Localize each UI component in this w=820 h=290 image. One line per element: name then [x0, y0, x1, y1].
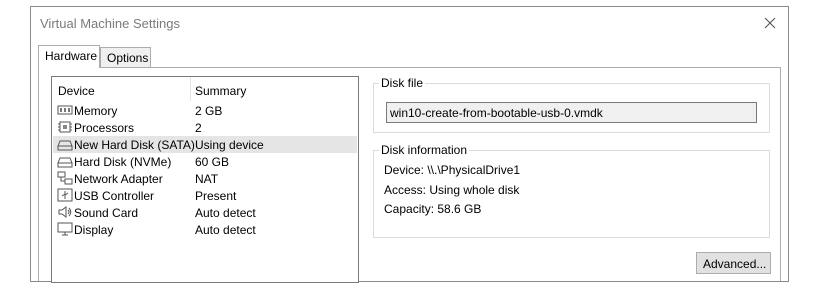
usb-icon — [57, 188, 73, 202]
speaker-icon — [57, 205, 73, 219]
device-name: Processors — [74, 121, 135, 135]
monitor-icon — [57, 222, 73, 236]
tab-options[interactable]: Options — [100, 47, 151, 67]
disk-file-group: Disk file — [373, 76, 770, 133]
column-divider[interactable] — [190, 77, 191, 101]
device-name: Network Adapter — [74, 172, 163, 186]
device-row-new-hard-disk-sata[interactable]: New Hard Disk (SATA) Using device — [53, 136, 357, 153]
disk-information-group: Disk information Device: \\.\PhysicalDri… — [373, 143, 770, 238]
device-summary: 2 GB — [195, 104, 223, 118]
device-row-network-adapter[interactable]: Network Adapter NAT — [53, 170, 357, 187]
device-row-processors[interactable]: Processors 2 — [53, 119, 357, 136]
device-row-display[interactable]: Display Auto detect — [53, 221, 357, 238]
disk-access-text: Access: Using whole disk — [384, 183, 520, 197]
disk-information-label: Disk information — [379, 143, 470, 157]
device-summary: 2 — [195, 121, 202, 135]
disk-file-field[interactable] — [386, 102, 757, 123]
disk-device-text: Device: \\.\PhysicalDrive1 — [384, 163, 521, 177]
close-icon — [764, 17, 776, 29]
device-row-usb-controller[interactable]: USB Controller Present — [53, 187, 357, 204]
device-summary: Using device — [195, 138, 264, 152]
device-name: Sound Card — [74, 206, 139, 220]
hard-disk-icon — [57, 154, 73, 168]
memory-icon — [57, 103, 73, 117]
device-row-sound-card[interactable]: Sound Card Auto detect — [53, 204, 357, 221]
settings-window: Virtual Machine Settings Hardware Option… — [30, 6, 789, 283]
device-name: Hard Disk (NVMe) — [74, 155, 172, 169]
device-name: Display — [74, 223, 114, 237]
tab-hardware[interactable]: Hardware — [38, 45, 100, 68]
device-name: Memory — [74, 104, 118, 118]
device-row-memory[interactable]: Memory 2 GB — [53, 102, 357, 119]
column-header-summary[interactable]: Summary — [195, 84, 246, 98]
disk-file-label: Disk file — [379, 76, 426, 90]
device-summary: 60 GB — [195, 155, 230, 169]
device-name: New Hard Disk (SATA) — [74, 138, 195, 152]
column-header-device[interactable]: Device — [58, 84, 95, 98]
device-row-hard-disk-nvme[interactable]: Hard Disk (NVMe) 60 GB — [53, 153, 357, 170]
device-summary: NAT — [195, 172, 219, 186]
title-bar: Virtual Machine Settings — [31, 7, 788, 39]
hard-disk-icon — [57, 137, 73, 151]
device-summary: Present — [195, 189, 237, 203]
device-list-header: Device Summary — [52, 77, 358, 101]
device-summary: Auto detect — [195, 206, 256, 220]
advanced-button[interactable]: Advanced... — [696, 252, 771, 274]
window-title: Virtual Machine Settings — [40, 16, 180, 31]
network-adapter-icon — [57, 171, 73, 185]
processor-icon — [57, 120, 73, 134]
disk-capacity-text: Capacity: 58.6 GB — [384, 202, 482, 216]
close-button[interactable] — [760, 13, 780, 33]
device-list[interactable]: Device Summary Memory 2 GB Processors 2 — [51, 76, 359, 283]
hardware-panel: Device Summary Memory 2 GB Processors 2 — [38, 67, 781, 283]
device-summary: Auto detect — [195, 223, 256, 237]
device-name: USB Controller — [74, 189, 155, 203]
